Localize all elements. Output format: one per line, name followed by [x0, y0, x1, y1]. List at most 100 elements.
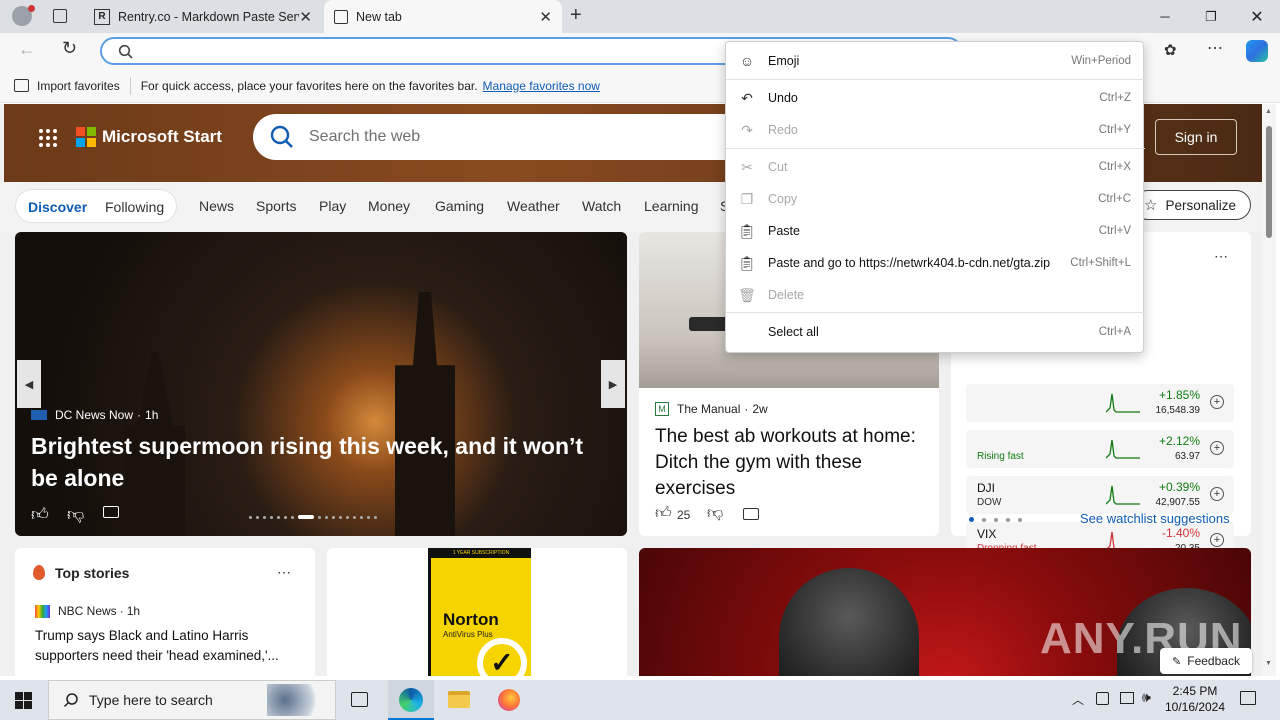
- taskbar-search-input[interactable]: Type here to search: [89, 692, 213, 708]
- context-menu-item-emoji[interactable]: ☺ Emoji Win+Period: [726, 46, 1145, 76]
- stock-change: -1.40%: [1161, 526, 1200, 540]
- more-menu-icon[interactable]: ⋯: [1207, 38, 1223, 58]
- menu-item-shortcut: Ctrl+A: [1098, 326, 1131, 338]
- minimize-button[interactable]: ─: [1142, 0, 1188, 33]
- search-icon: [118, 44, 133, 59]
- watchlist-row[interactable]: DJI DOW +0.39% 42,907.55 +: [966, 476, 1234, 514]
- watchlist-suggestions-link[interactable]: See watchlist suggestions: [1080, 511, 1230, 526]
- context-menu-item-cut: ✂ Cut Ctrl+X: [726, 152, 1145, 182]
- title-bar: R Rentry.co - Markdown Paste Serv ✕ New …: [0, 0, 1280, 33]
- web-search-input[interactable]: Search the web: [309, 128, 420, 146]
- menu-item-label: Redo: [768, 123, 798, 137]
- carousel-dots[interactable]: [249, 515, 377, 519]
- close-tab-icon[interactable]: ✕: [539, 8, 552, 26]
- tab-discover[interactable]: Discover: [28, 199, 87, 215]
- rentry-favicon: R: [94, 8, 110, 25]
- notifications-icon[interactable]: [1240, 691, 1256, 705]
- show-hidden-icons[interactable]: ︿: [1072, 691, 1084, 708]
- like-icon[interactable]: 👍︎: [655, 504, 672, 523]
- nav-sports[interactable]: Sports: [256, 198, 296, 214]
- file-explorer-icon[interactable]: [448, 691, 470, 708]
- copilot-icon[interactable]: [1246, 40, 1268, 62]
- scroll-up-icon[interactable]: ▲: [1265, 108, 1272, 115]
- context-menu-item-select[interactable]: Select all Ctrl+A: [726, 317, 1145, 347]
- clock[interactable]: 2:45 PM 10/16/2024: [1160, 683, 1230, 715]
- meet-now-icon[interactable]: [1096, 692, 1109, 705]
- nav-learning[interactable]: Learning: [644, 198, 699, 214]
- add-to-watchlist-icon[interactable]: +: [1210, 533, 1224, 547]
- watchlist-more-icon[interactable]: ⋯: [1214, 248, 1228, 265]
- tab-rentry[interactable]: R Rentry.co - Markdown Paste Serv ✕: [84, 0, 322, 33]
- network-icon[interactable]: [1120, 692, 1134, 704]
- menu-item-shortcut: Ctrl+Y: [1098, 124, 1131, 136]
- firefox-icon[interactable]: [498, 689, 520, 711]
- copy-icon: ❐: [740, 190, 754, 207]
- volume-icon[interactable]: 🕪︎: [1142, 689, 1151, 706]
- page-scrollbar[interactable]: ▲ ▼: [1262, 104, 1276, 676]
- manage-favorites-link[interactable]: Manage favorites now: [483, 79, 600, 93]
- stock-symbol: DJI: [977, 481, 995, 495]
- restore-button[interactable]: ❐: [1188, 0, 1234, 33]
- norton-ad-card[interactable]: 1 YEAR SUBSCRIPTION Norton AntiVirus Plu…: [327, 548, 627, 676]
- like-icon[interactable]: 👍︎: [31, 504, 49, 525]
- dislike-icon[interactable]: 👎︎: [67, 504, 84, 525]
- clock-time: 2:45 PM: [1172, 684, 1218, 698]
- context-menu-item-undo[interactable]: ↶ Undo Ctrl+Z: [726, 83, 1145, 113]
- menu-item-label: Paste: [768, 224, 800, 238]
- feedback-button[interactable]: ✎ Feedback: [1160, 648, 1252, 674]
- dc-news-logo-icon: [31, 410, 47, 420]
- app-launcher-icon[interactable]: [39, 129, 57, 147]
- import-favorites-button[interactable]: Import favorites: [37, 79, 120, 93]
- taskbar-search-box[interactable]: Type here to search: [48, 680, 336, 720]
- task-view-icon[interactable]: [351, 692, 368, 707]
- nav-news[interactable]: News: [199, 198, 234, 214]
- nav-money[interactable]: Money: [368, 198, 410, 214]
- watchlist-row[interactable]: +1.85% 16,548.39 +: [966, 384, 1234, 422]
- stock-price: 42,907.55: [1155, 497, 1201, 508]
- hero-story-card[interactable]: ◀ ▶ DC News Now · 1h Brightest supermoon…: [15, 232, 627, 536]
- scroll-thumb[interactable]: [1266, 126, 1272, 238]
- watchlist-pager[interactable]: [969, 517, 1022, 522]
- tab-actions-icon[interactable]: [53, 9, 67, 23]
- brand-logo[interactable]: Microsoft Start: [76, 127, 222, 147]
- feedback-icon: ✎: [1172, 655, 1182, 668]
- back-button[interactable]: ←: [18, 39, 36, 60]
- nav-weather[interactable]: Weather: [507, 198, 560, 214]
- personalize-icon: ☆: [1144, 197, 1158, 214]
- close-tab-icon[interactable]: ✕: [299, 8, 312, 26]
- search-icon: [63, 693, 78, 708]
- close-window-button[interactable]: ✕: [1234, 0, 1280, 33]
- nav-watch[interactable]: Watch: [582, 198, 621, 214]
- stock-change: +2.12%: [1158, 434, 1200, 448]
- tab-following[interactable]: Following: [105, 199, 164, 215]
- comment-icon[interactable]: [743, 508, 759, 520]
- start-button[interactable]: [15, 692, 32, 709]
- web-search-box[interactable]: Search the web: [253, 114, 773, 160]
- add-to-watchlist-icon[interactable]: +: [1210, 487, 1224, 501]
- comment-icon[interactable]: [103, 506, 119, 518]
- extensions-icon[interactable]: ✿: [1164, 41, 1177, 59]
- add-to-watchlist-icon[interactable]: +: [1210, 441, 1224, 455]
- top-story-headline[interactable]: Trump says Black and Latino Harris suppo…: [35, 626, 300, 666]
- top-stories-more-icon[interactable]: ⋯: [277, 564, 291, 581]
- nav-gaming[interactable]: Gaming: [435, 198, 484, 214]
- edge-taskbar-button[interactable]: [388, 680, 434, 720]
- carousel-prev-button[interactable]: ◀: [17, 360, 41, 408]
- personalize-button[interactable]: ☆ Personalize: [1133, 190, 1251, 220]
- hero-headline[interactable]: Brightest supermoon rising this week, an…: [31, 430, 611, 494]
- context-menu-item-paste[interactable]: 📋︎ Paste Ctrl+V: [726, 216, 1145, 246]
- dislike-icon[interactable]: 👎︎: [707, 504, 723, 523]
- sign-in-button[interactable]: Sign in: [1155, 119, 1237, 155]
- scroll-down-icon[interactable]: ▼: [1265, 660, 1272, 667]
- carousel-next-button[interactable]: ▶: [601, 360, 625, 408]
- manual-headline[interactable]: The best ab workouts at home: Ditch the …: [655, 424, 927, 502]
- new-tab-button[interactable]: +: [570, 4, 582, 27]
- add-to-watchlist-icon[interactable]: +: [1210, 395, 1224, 409]
- tab-new-tab[interactable]: New tab ✕: [324, 0, 562, 33]
- profile-alert-dot: [28, 5, 35, 12]
- nav-play[interactable]: Play: [319, 198, 346, 214]
- refresh-button[interactable]: ↻: [62, 38, 77, 59]
- context-menu-item-paste-and-go[interactable]: 📋︎ Paste and go to https://netwrk404.b-cd…: [726, 248, 1145, 278]
- personalize-label: Personalize: [1165, 197, 1236, 213]
- watchlist-row[interactable]: Rising fast +2.12% 63.97 +: [966, 430, 1234, 468]
